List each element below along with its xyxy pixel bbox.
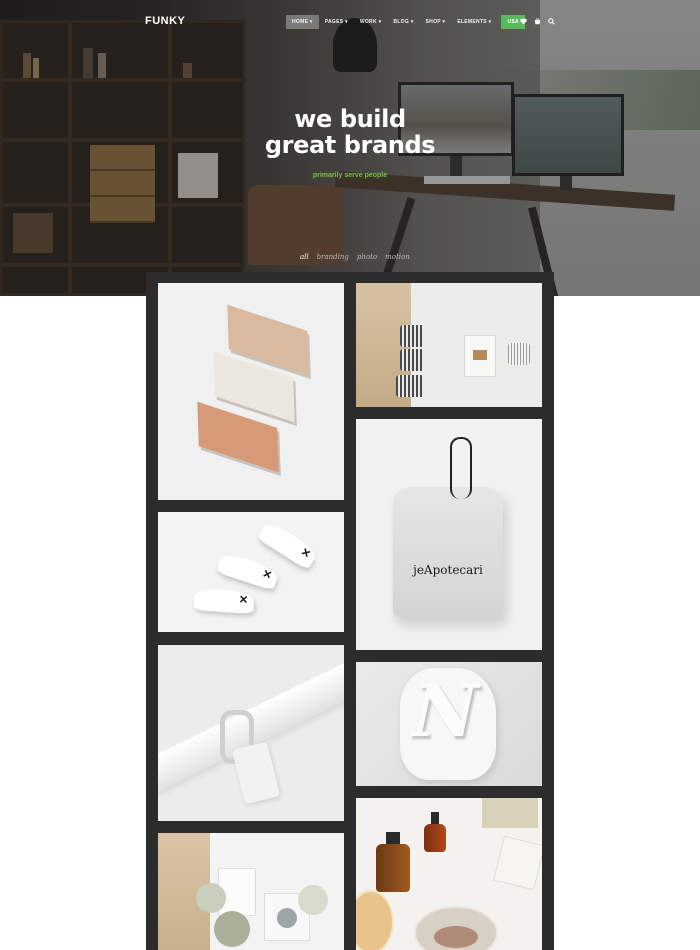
portfolio-item-books[interactable]: [158, 283, 344, 500]
drawstring-bag-image: jeApotecari: [393, 437, 503, 617]
nav-pages[interactable]: PAGES ▾: [319, 15, 354, 29]
hero-tagline: primarily serve people: [312, 172, 388, 179]
nav-elements[interactable]: ELEMENTS ▾: [451, 15, 497, 29]
filter-motion[interactable]: motion: [385, 253, 410, 261]
mirror-image: [214, 911, 250, 947]
portfolio-item-sneakers[interactable]: ✕ ✕ ✕: [158, 512, 344, 632]
mug-image: [508, 343, 530, 365]
sneaker-image: ✕: [256, 519, 320, 571]
portfolio-filters: all branding photo motion: [300, 253, 410, 261]
portfolio-item-mugs[interactable]: [356, 283, 542, 407]
nav-blog[interactable]: BLOG ▾: [387, 15, 419, 29]
soap-box-image: [493, 835, 542, 891]
dropper-bottle-image: [424, 812, 446, 852]
nav-home[interactable]: HOME ▾: [286, 15, 319, 29]
product-box: [464, 335, 496, 377]
logo[interactable]: FUNKY: [145, 15, 185, 27]
portfolio-item-bracket[interactable]: [158, 645, 344, 821]
main-menu: HOME ▾ PAGES ▾ WORK ▾ BLOG ▾ SHOP ▾ ELEM…: [286, 15, 525, 29]
heart-icon[interactable]: [520, 18, 527, 25]
portfolio-item-letter-n[interactable]: N: [356, 662, 542, 786]
mug-image: [396, 375, 424, 397]
portfolio-item-mirrors[interactable]: [158, 833, 344, 950]
sneaker-image: ✕: [216, 551, 280, 591]
headline-line-2: great brands: [264, 131, 436, 159]
hero-headline: we build great brands: [230, 106, 470, 158]
nav-icons: [520, 18, 555, 25]
dish-image: [414, 906, 498, 950]
portfolio-item-bag[interactable]: jeApotecari: [356, 419, 542, 650]
filter-all[interactable]: all: [300, 253, 309, 261]
soap-image: [482, 798, 538, 828]
mug-image: [400, 349, 424, 371]
nav-shop[interactable]: SHOP ▾: [420, 15, 452, 29]
portfolio-item-oils[interactable]: [356, 798, 542, 950]
sneaker-image: ✕: [193, 587, 255, 615]
headline-line-1: we build: [294, 105, 406, 133]
top-navigation: FUNKY HOME ▾ PAGES ▾ WORK ▾ BLOG ▾ SHOP …: [0, 0, 700, 44]
filter-photo[interactable]: photo: [357, 253, 377, 261]
bag-cord: [450, 437, 472, 499]
search-icon[interactable]: [548, 18, 555, 25]
mirror-image: [196, 883, 226, 913]
mirror-image: [298, 885, 328, 915]
dropper-bottle-image: [376, 832, 410, 892]
cart-icon[interactable]: [534, 18, 541, 25]
filter-branding[interactable]: branding: [317, 253, 349, 261]
hanger-image: [231, 741, 281, 805]
bag-brand-text: jeApotecari: [413, 563, 483, 577]
nav-work[interactable]: WORK ▾: [354, 15, 388, 29]
portfolio-grid: ✕ ✕ ✕ jeApotecari N: [146, 272, 554, 950]
mug-image: [400, 325, 424, 347]
dish-image: [356, 890, 394, 950]
